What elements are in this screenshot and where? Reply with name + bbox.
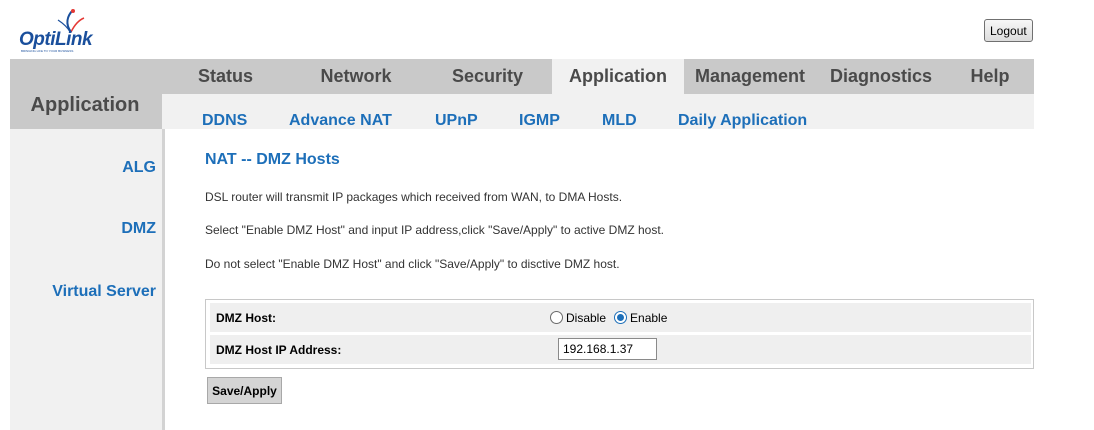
logo-tagline: BRINGING LIFE TO YOUR BUSINESS	[21, 49, 74, 53]
enable-radio[interactable]	[614, 311, 628, 324]
optilink-logo: OptiLink BRINGING LIFE TO YOUR BUSINESS	[19, 8, 99, 53]
disable-radio-label: Disable	[566, 310, 607, 325]
tab-diagnostics[interactable]: Diagnostics	[820, 59, 942, 94]
subtab-igmp[interactable]: IGMP	[519, 112, 560, 130]
logout-button[interactable]: Logout	[984, 19, 1033, 42]
subtab-upnp[interactable]: UPnP	[435, 112, 478, 130]
sidebar-item-dmz[interactable]: DMZ	[121, 220, 156, 238]
dmz-host-row: DMZ Host: Disable Enable	[210, 303, 1031, 332]
description-line-3: Do not select "Enable DMZ Host" and clic…	[205, 257, 620, 271]
router-admin-page: OptiLink BRINGING LIFE TO YOUR BUSINESS …	[0, 0, 1094, 430]
tab-management[interactable]: Management	[687, 59, 813, 94]
save-apply-button[interactable]: Save/Apply	[207, 377, 282, 404]
tab-application[interactable]: Application	[552, 59, 684, 94]
logo-text: OptiLink	[19, 29, 93, 50]
dmz-ip-label: DMZ Host IP Address:	[216, 343, 342, 357]
enable-radio-label: Enable	[630, 310, 668, 325]
subtab-advance-nat[interactable]: Advance NAT	[289, 112, 392, 130]
dmz-ip-input[interactable]	[558, 338, 657, 360]
tab-security[interactable]: Security	[430, 59, 545, 94]
section-label: Application	[30, 94, 140, 116]
tab-status[interactable]: Status	[173, 59, 278, 94]
dmz-ip-row: DMZ Host IP Address:	[210, 335, 1031, 364]
disable-radio[interactable]	[550, 311, 563, 324]
sidebar-item-alg[interactable]: ALG	[122, 159, 156, 177]
page-title: NAT -- DMZ Hosts	[205, 151, 340, 168]
dmz-host-label: DMZ Host:	[216, 311, 276, 325]
subtab-mld[interactable]: MLD	[602, 112, 637, 130]
sidebar-divider	[162, 129, 165, 430]
subtab-daily-application[interactable]: Daily Application	[678, 112, 807, 130]
description-line-2: Select "Enable DMZ Host" and input IP ad…	[205, 223, 665, 237]
dmz-host-options: Disable Enable	[550, 303, 675, 332]
description-line-1: DSL router will transmit IP packages whi…	[205, 190, 623, 204]
tab-network[interactable]: Network	[300, 59, 412, 94]
subtab-ddns[interactable]: DDNS	[202, 112, 247, 130]
sidebar-item-virtual-server[interactable]: Virtual Server	[52, 283, 156, 301]
tab-help[interactable]: Help	[950, 59, 1030, 94]
dmz-settings-table: DMZ Host: Disable Enable DMZ Host IP Add…	[205, 299, 1034, 369]
